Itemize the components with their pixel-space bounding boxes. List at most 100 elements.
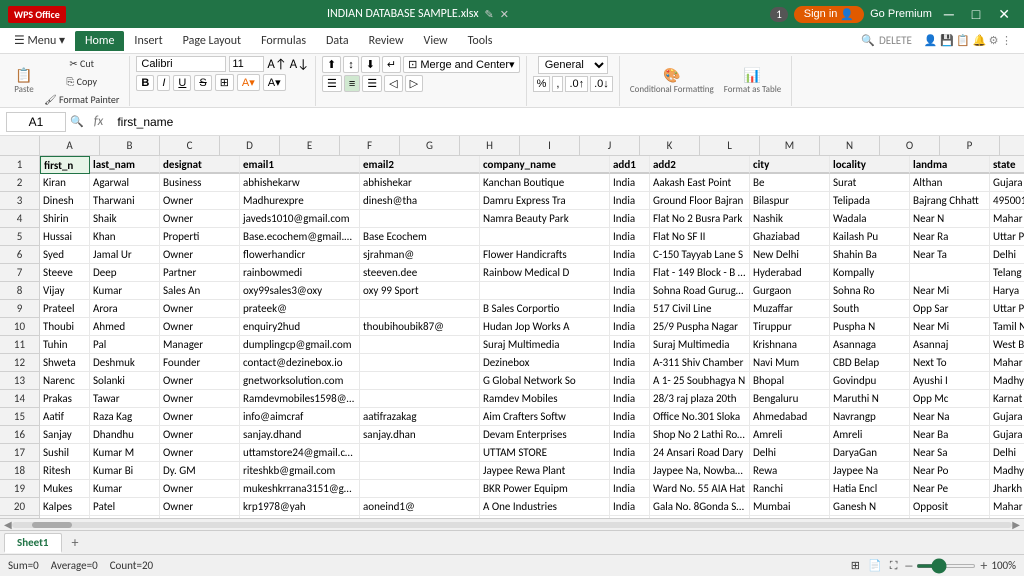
data-cell[interactable]: Gurgaon bbox=[750, 282, 830, 300]
zoom-slider[interactable] bbox=[916, 564, 976, 568]
data-cell[interactable]: Kumar bbox=[90, 480, 160, 498]
data-cell[interactable]: Namra Beauty Park bbox=[480, 210, 610, 228]
data-cell[interactable]: 28/3 raj plaza 20th bbox=[650, 390, 750, 408]
data-cell[interactable]: Deshmuk bbox=[90, 354, 160, 372]
header-cell-first_n[interactable]: first_n bbox=[40, 156, 90, 174]
data-cell[interactable]: abhishekarw bbox=[240, 174, 360, 192]
row-header-20[interactable]: 20 bbox=[0, 498, 40, 516]
data-cell[interactable]: India bbox=[610, 282, 650, 300]
data-cell[interactable] bbox=[480, 228, 610, 246]
data-cell[interactable]: Ahmedabad bbox=[750, 408, 830, 426]
data-cell[interactable]: Amreli bbox=[830, 426, 910, 444]
data-cell[interactable]: Near N bbox=[910, 210, 990, 228]
data-cell[interactable]: Ramdev Mobiles bbox=[480, 390, 610, 408]
data-cell[interactable]: Rewa bbox=[750, 462, 830, 480]
data-cell[interactable]: Shirin bbox=[40, 210, 90, 228]
data-cell[interactable]: thoubihoubik87@ bbox=[360, 318, 480, 336]
data-cell[interactable]: Sohna Ro bbox=[830, 282, 910, 300]
cell-reference-input[interactable] bbox=[6, 112, 66, 132]
data-cell[interactable]: Hatia Encl bbox=[830, 480, 910, 498]
row-header-4[interactable]: 4 bbox=[0, 210, 40, 228]
data-cell[interactable]: Ward No. 55 AIA Hat bbox=[650, 480, 750, 498]
data-cell[interactable]: Shaik bbox=[90, 210, 160, 228]
col-header-k[interactable]: K bbox=[640, 136, 700, 156]
data-cell[interactable]: Kompally bbox=[830, 264, 910, 282]
title-bar-close-icon[interactable]: ✕ bbox=[500, 8, 509, 21]
decrease-decimal-button[interactable]: .0↓ bbox=[590, 76, 613, 92]
col-header-n[interactable]: N bbox=[820, 136, 880, 156]
data-cell[interactable]: 495001 bbox=[990, 192, 1024, 210]
col-header-m[interactable]: M bbox=[760, 136, 820, 156]
data-cell[interactable]: Aakash East Point bbox=[650, 174, 750, 192]
data-cell[interactable]: Pal bbox=[90, 336, 160, 354]
data-cell[interactable]: India bbox=[610, 498, 650, 516]
data-cell[interactable]: rainbowmedi bbox=[240, 264, 360, 282]
data-cell[interactable]: Kumar M bbox=[90, 444, 160, 462]
zoom-in-button[interactable]: + bbox=[980, 557, 987, 574]
header-cell-locality[interactable]: locality bbox=[830, 156, 910, 174]
data-cell[interactable]: Flower Handicrafts bbox=[480, 246, 610, 264]
data-cell[interactable]: enquiry2hud bbox=[240, 318, 360, 336]
data-cell[interactable]: Owner bbox=[160, 192, 240, 210]
data-cell[interactable]: C-150 Tayyab Lane S bbox=[650, 246, 750, 264]
header-cell-email1[interactable]: email1 bbox=[240, 156, 360, 174]
data-cell[interactable]: Kumar Bi bbox=[90, 462, 160, 480]
view-page-icon[interactable]: 📄 bbox=[868, 559, 882, 572]
font-color-button[interactable]: A▾ bbox=[263, 74, 286, 91]
data-cell[interactable]: Jaypee Na, Nowbasta bbox=[650, 462, 750, 480]
data-cell[interactable]: Gujara bbox=[990, 426, 1024, 444]
data-cell[interactable]: 517 Civil Line bbox=[650, 300, 750, 318]
data-cell[interactable]: Amreli bbox=[750, 426, 830, 444]
data-cell[interactable]: India bbox=[610, 210, 650, 228]
header-cell-designat[interactable]: designat bbox=[160, 156, 240, 174]
data-cell[interactable]: Owner bbox=[160, 426, 240, 444]
data-cell[interactable]: Kiran bbox=[40, 174, 90, 192]
view-tab[interactable]: View bbox=[414, 31, 458, 51]
data-cell[interactable]: Ramdevmobiles1598@gm bbox=[240, 390, 360, 408]
data-cell[interactable]: sanjay.dhand bbox=[240, 426, 360, 444]
data-cell[interactable]: Near Mi bbox=[910, 282, 990, 300]
data-cell[interactable] bbox=[480, 282, 610, 300]
data-cell[interactable]: A One Industries bbox=[480, 498, 610, 516]
data-cell[interactable] bbox=[360, 462, 480, 480]
data-cell[interactable]: Hudan Jop Works A bbox=[480, 318, 610, 336]
sheet-tab-1[interactable]: Sheet1 bbox=[4, 533, 62, 553]
data-cell[interactable]: India bbox=[610, 390, 650, 408]
cut-button[interactable]: ✂ Cut bbox=[40, 55, 123, 72]
data-cell[interactable]: Prateel bbox=[40, 300, 90, 318]
col-header-g[interactable]: G bbox=[400, 136, 460, 156]
data-cell[interactable]: India bbox=[610, 462, 650, 480]
data-cell[interactable] bbox=[360, 372, 480, 390]
data-cell[interactable]: Owner bbox=[160, 318, 240, 336]
data-cell[interactable]: Ground Floor Bajran bbox=[650, 192, 750, 210]
data-cell[interactable]: sanjay.dhan bbox=[360, 426, 480, 444]
data-cell[interactable]: Near Ra bbox=[910, 228, 990, 246]
data-cell[interactable]: India bbox=[610, 264, 650, 282]
data-cell[interactable]: info@aimcraf bbox=[240, 408, 360, 426]
formulas-tab[interactable]: Formulas bbox=[251, 31, 316, 51]
data-cell[interactable]: CBD Belap bbox=[830, 354, 910, 372]
data-cell[interactable]: Tharwani bbox=[90, 192, 160, 210]
data-cell[interactable]: India bbox=[610, 192, 650, 210]
indent-decrease-button[interactable]: ◁ bbox=[384, 75, 402, 92]
data-cell[interactable]: prateek@ bbox=[240, 300, 360, 318]
data-tab[interactable]: Data bbox=[316, 31, 359, 51]
data-cell[interactable]: Jaypee Na bbox=[830, 462, 910, 480]
data-cell[interactable]: Steeve bbox=[40, 264, 90, 282]
indent-increase-button[interactable]: ▷ bbox=[405, 75, 423, 92]
data-cell[interactable]: Bajrang Chhatt bbox=[910, 192, 990, 210]
data-cell[interactable]: javeds1010@gmail.com bbox=[240, 210, 360, 228]
data-cell[interactable]: uttamstore24@gmail.com bbox=[240, 444, 360, 462]
data-cell[interactable]: New Delhi bbox=[750, 246, 830, 264]
col-header-o[interactable]: O bbox=[880, 136, 940, 156]
format-as-table-button[interactable]: 📊 Format as Table bbox=[720, 65, 786, 97]
data-cell[interactable]: Near Pe bbox=[910, 480, 990, 498]
data-cell[interactable]: India bbox=[610, 444, 650, 462]
data-cell[interactable]: Owner bbox=[160, 372, 240, 390]
data-cell[interactable]: Devam Enterprises bbox=[480, 426, 610, 444]
data-cell[interactable]: Surat bbox=[830, 174, 910, 192]
col-header-h[interactable]: H bbox=[460, 136, 520, 156]
data-cell[interactable]: India bbox=[610, 174, 650, 192]
header-cell-add2[interactable]: add2 bbox=[650, 156, 750, 174]
data-cell[interactable]: Business bbox=[160, 174, 240, 192]
